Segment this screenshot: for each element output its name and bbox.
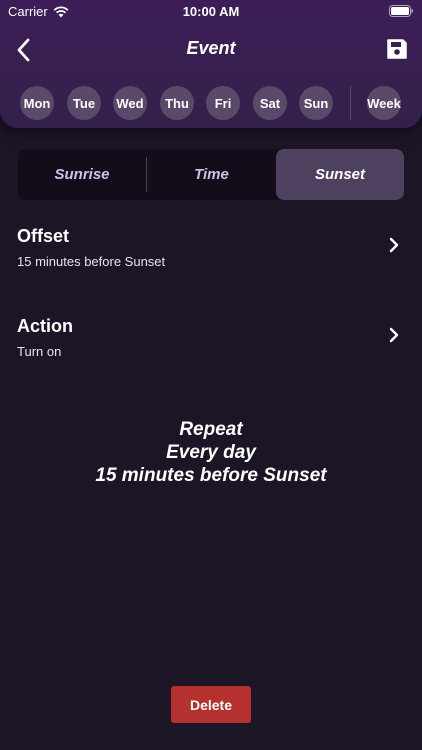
page-title: Event	[186, 38, 236, 58]
action-row[interactable]: Action Turn on	[0, 316, 422, 376]
trigger-segmented-control: Sunrise Time Sunset	[18, 149, 404, 200]
segment-sunset[interactable]: Sunset	[276, 149, 404, 200]
segment-sunrise[interactable]: Sunrise	[18, 149, 146, 200]
day-thu-button[interactable]: Thu	[160, 86, 194, 120]
clock: 10:00 AM	[182, 4, 240, 19]
day-sun-button[interactable]: Sun	[299, 86, 333, 120]
chevron-right-icon	[389, 237, 399, 253]
action-title: Action	[17, 316, 73, 336]
offset-value: 15 minutes before Sunset	[17, 254, 166, 269]
battery-icon	[389, 5, 413, 17]
day-tue-button[interactable]: Tue	[67, 86, 101, 120]
offset-row[interactable]: Offset 15 minutes before Sunset	[0, 226, 422, 286]
status-bar: Carrier 10:00 AM	[0, 0, 422, 24]
day-selector: Mon Tue Wed Thu Fri Sat Sun Week	[0, 86, 422, 122]
offset-title: Offset	[17, 226, 70, 246]
summary-frequency: Every day	[166, 442, 256, 463]
segment-time[interactable]: Time	[147, 149, 276, 200]
action-value: Turn on	[17, 344, 62, 359]
delete-button[interactable]: Delete	[171, 686, 251, 723]
save-icon[interactable]	[386, 38, 408, 60]
summary-timing: 15 minutes before Sunset	[95, 465, 327, 486]
divider	[350, 86, 351, 120]
day-fri-button[interactable]: Fri	[206, 86, 240, 120]
summary-repeat: Repeat	[179, 419, 243, 440]
day-wed-button[interactable]: Wed	[113, 86, 147, 120]
day-sat-button[interactable]: Sat	[253, 86, 287, 120]
chevron-right-icon	[389, 327, 399, 343]
week-button[interactable]: Week	[367, 86, 401, 120]
header: Carrier 10:00 AM Event Mon Tue Wed Thu F…	[0, 0, 422, 128]
event-summary: Repeat Every day 15 minutes before Sunse…	[0, 418, 422, 487]
nav-bar: Event	[0, 30, 422, 70]
day-mon-button[interactable]: Mon	[20, 86, 54, 120]
